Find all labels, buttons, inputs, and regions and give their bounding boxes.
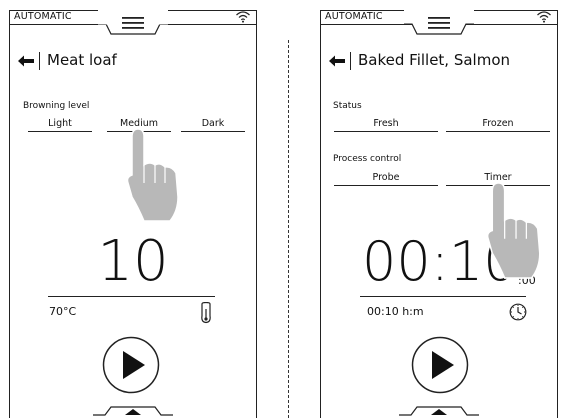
wifi-icon xyxy=(537,11,551,23)
option-fresh[interactable]: Fresh xyxy=(334,118,438,132)
right-screen: AUTOMATIC Baked Fillet, Salmon Status Fr… xyxy=(320,10,558,418)
bottom-drawer-tab[interactable] xyxy=(93,402,173,418)
divider-dashed xyxy=(288,40,289,418)
status-label: Status xyxy=(333,101,362,111)
option-dark[interactable]: Dark xyxy=(181,118,245,132)
title-separator xyxy=(39,52,40,70)
pointing-hand-icon xyxy=(486,182,541,279)
probe-thermometer-icon xyxy=(201,302,211,324)
browning-level-label: Browning level xyxy=(23,101,90,111)
back-arrow-icon[interactable] xyxy=(328,54,346,68)
bottom-drawer-tab[interactable] xyxy=(399,402,479,418)
page-title: Baked Fillet, Salmon xyxy=(358,51,511,69)
hamburger-menu-icon[interactable] xyxy=(112,16,154,30)
core-temperature: 70°C xyxy=(49,305,77,318)
title-separator xyxy=(350,52,351,70)
start-button[interactable] xyxy=(411,336,469,394)
option-probe[interactable]: Probe xyxy=(334,172,438,186)
time-readout: 00:10 h:m xyxy=(367,305,424,318)
menu-tab[interactable] xyxy=(404,10,474,36)
mode-label: AUTOMATIC xyxy=(325,11,383,22)
wifi-icon xyxy=(236,11,250,23)
back-arrow-icon[interactable] xyxy=(17,54,35,68)
value-underline xyxy=(48,296,215,298)
option-light[interactable]: Light xyxy=(28,118,92,132)
start-button[interactable] xyxy=(102,336,160,394)
program-value: 10 xyxy=(97,229,169,294)
page-title: Meat loaf xyxy=(47,51,117,69)
value-underline xyxy=(360,296,526,298)
left-screen: AUTOMATIC Meat loaf Browning level Light… xyxy=(9,10,257,418)
process-control-label: Process control xyxy=(333,154,402,164)
pointing-hand-icon xyxy=(126,128,179,222)
hamburger-menu-icon[interactable] xyxy=(418,16,460,30)
clock-icon xyxy=(509,303,527,321)
menu-tab[interactable] xyxy=(98,10,168,36)
mode-label: AUTOMATIC xyxy=(14,11,72,22)
option-frozen[interactable]: Frozen xyxy=(446,118,550,132)
